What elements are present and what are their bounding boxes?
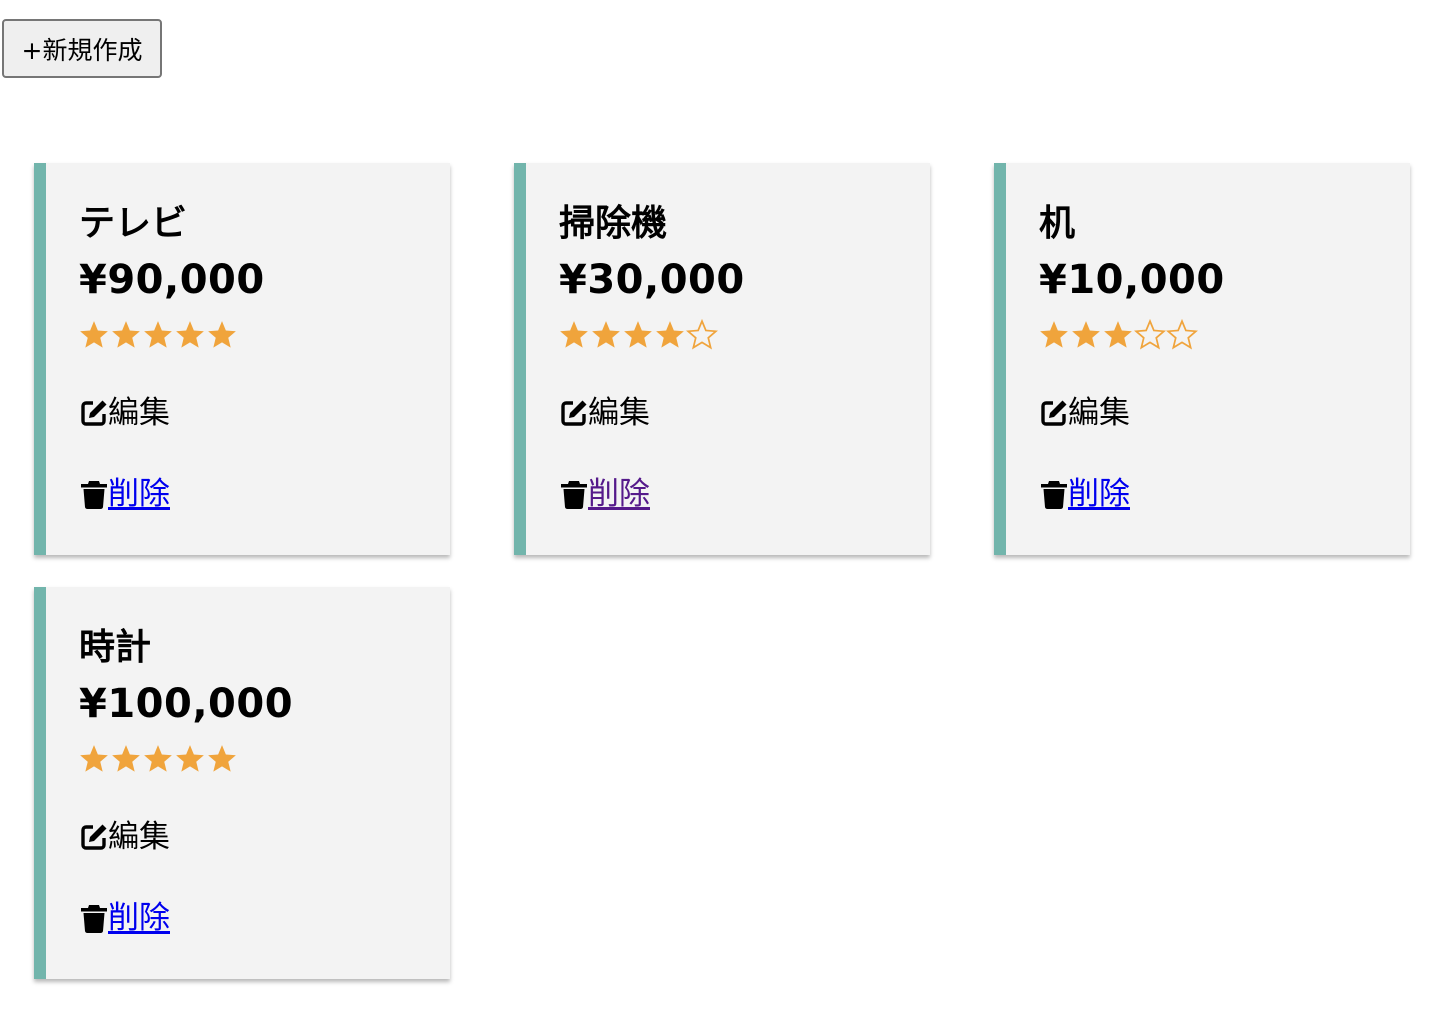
trash-icon bbox=[81, 481, 107, 510]
edit-button[interactable]: 編集 bbox=[79, 395, 170, 431]
star-filled-icon bbox=[656, 321, 684, 348]
edit-button[interactable]: 編集 bbox=[79, 819, 170, 855]
star-filled-icon bbox=[560, 321, 588, 348]
edit-button[interactable]: 編集 bbox=[559, 395, 650, 431]
product-name: テレビ bbox=[79, 203, 188, 244]
star-filled-icon bbox=[144, 321, 172, 348]
delete-button[interactable]: 削除 bbox=[559, 476, 650, 512]
product-card: 机 ¥10,000 編集 削除 bbox=[994, 163, 1410, 555]
edit-label[interactable]: 編集 bbox=[1068, 395, 1130, 431]
star-rating bbox=[1038, 319, 1198, 351]
star-filled-icon bbox=[1072, 321, 1100, 348]
star-filled-icon bbox=[208, 745, 236, 772]
star-filled-icon bbox=[80, 745, 108, 772]
trash-icon bbox=[561, 481, 587, 510]
star-outline-icon bbox=[1134, 319, 1166, 350]
pen-square-icon bbox=[1041, 400, 1067, 426]
star-filled-icon bbox=[112, 745, 140, 772]
pen-square-icon bbox=[561, 400, 587, 426]
product-name: 掃除機 bbox=[559, 203, 668, 244]
star-filled-icon bbox=[176, 321, 204, 348]
star-filled-icon bbox=[592, 321, 620, 348]
delete-button[interactable]: 削除 bbox=[1039, 476, 1130, 512]
product-card: 時計 ¥100,000 編集 削除 bbox=[34, 587, 450, 979]
pen-square-icon bbox=[81, 824, 107, 850]
product-name: 時計 bbox=[79, 627, 152, 668]
edit-label[interactable]: 編集 bbox=[588, 395, 650, 431]
star-rating bbox=[78, 743, 238, 775]
product-card: テレビ ¥90,000 編集 削除 bbox=[34, 163, 450, 555]
product-name: 机 bbox=[1039, 203, 1076, 244]
star-filled-icon bbox=[80, 321, 108, 348]
star-filled-icon bbox=[144, 745, 172, 772]
star-rating bbox=[558, 319, 718, 351]
star-filled-icon bbox=[624, 321, 652, 348]
product-price: ¥30,000 bbox=[559, 257, 745, 303]
delete-link[interactable]: 削除 bbox=[108, 476, 170, 512]
star-outline-icon bbox=[1166, 319, 1198, 350]
star-rating bbox=[78, 319, 238, 351]
new-item-button[interactable]: +新規作成 bbox=[2, 19, 162, 78]
star-filled-icon bbox=[112, 321, 140, 348]
star-filled-icon bbox=[208, 321, 236, 348]
delete-link[interactable]: 削除 bbox=[588, 476, 650, 512]
star-filled-icon bbox=[1040, 321, 1068, 348]
edit-button[interactable]: 編集 bbox=[1039, 395, 1130, 431]
edit-label[interactable]: 編集 bbox=[108, 395, 170, 431]
delete-button[interactable]: 削除 bbox=[79, 900, 170, 936]
product-price: ¥100,000 bbox=[79, 681, 294, 727]
delete-link[interactable]: 削除 bbox=[1068, 476, 1130, 512]
delete-button[interactable]: 削除 bbox=[79, 476, 170, 512]
star-filled-icon bbox=[176, 745, 204, 772]
pen-square-icon bbox=[81, 400, 107, 426]
delete-link[interactable]: 削除 bbox=[108, 900, 170, 936]
star-filled-icon bbox=[1104, 321, 1132, 348]
edit-label[interactable]: 編集 bbox=[108, 819, 170, 855]
star-outline-icon bbox=[686, 319, 718, 350]
product-price: ¥10,000 bbox=[1039, 257, 1225, 303]
product-card: 掃除機 ¥30,000 編集 削除 bbox=[514, 163, 930, 555]
trash-icon bbox=[1041, 481, 1067, 510]
product-price: ¥90,000 bbox=[79, 257, 265, 303]
trash-icon bbox=[81, 905, 107, 934]
